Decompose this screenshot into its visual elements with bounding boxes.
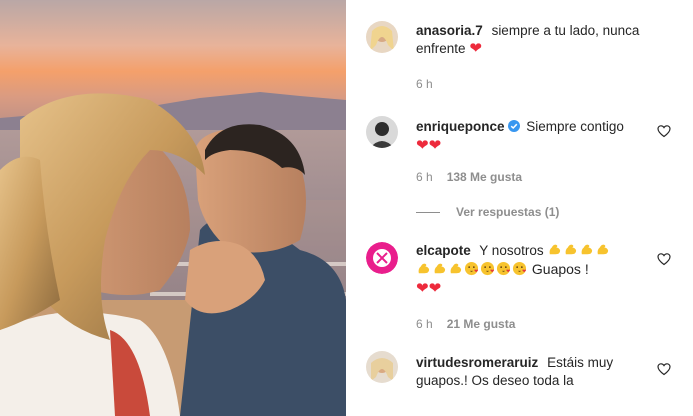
face-blowing-kiss-icon: [496, 261, 511, 276]
comment-username[interactable]: enriqueponce: [416, 119, 505, 134]
avatar[interactable]: [366, 21, 398, 53]
emoji-group: [547, 243, 611, 258]
flexed-biceps-icon: [450, 263, 462, 274]
comment-time: 6 h: [416, 317, 433, 331]
comment-likes[interactable]: 138 Me gusta: [447, 170, 522, 184]
comment-meta: 6 h 21 Me gusta: [416, 317, 515, 331]
comment-likes[interactable]: 21 Me gusta: [447, 317, 516, 331]
instagram-post-view: anasoria.7 siempre a tu lado, nunca enfr…: [0, 0, 693, 416]
comment-text-after: Guapos !: [531, 261, 589, 277]
red-heart-icon: ❤: [428, 280, 442, 297]
heart-outline-icon[interactable]: [657, 124, 671, 138]
verified-badge-icon: [507, 120, 520, 132]
view-replies-button[interactable]: Ver respuestas (1): [416, 205, 559, 219]
emoji-row: Guapos !: [416, 260, 660, 279]
comment-body: enriqueponce Siempre contigo ❤❤: [416, 118, 660, 155]
emoji-row: ❤❤: [416, 136, 660, 155]
red-heart-icon: ❤: [428, 137, 442, 154]
heart-outline-icon[interactable]: [657, 252, 671, 266]
avatar[interactable]: [366, 242, 398, 274]
comment-meta: 6 h 138 Me gusta: [416, 170, 522, 184]
red-heart-icon: ❤: [416, 280, 429, 297]
comment-time: 6 h: [416, 170, 433, 184]
red-heart-icon: ❤: [416, 137, 429, 154]
face-blowing-kiss-icon: [464, 261, 479, 276]
face-blowing-kiss-icon: [480, 261, 495, 276]
comment-text: Siempre contigo: [526, 119, 624, 134]
face-blowing-kiss-icon: [512, 261, 527, 276]
comment-username[interactable]: elcapote: [416, 243, 471, 258]
comment-username[interactable]: anasoria.7: [416, 23, 483, 38]
comment-time: 6 h: [416, 77, 433, 91]
avatar[interactable]: [366, 116, 398, 148]
red-heart-icon: ❤: [469, 40, 482, 57]
comment-body: virtudesromeraruiz Estáis muy guapos.! O…: [416, 354, 660, 390]
comment-meta: 6 h: [416, 77, 433, 91]
replies-divider: [416, 212, 440, 214]
comment-body: elcapote Y nosotros Guapos ! ❤❤: [416, 242, 660, 298]
post-photo: [0, 0, 346, 416]
view-replies-label: Ver respuestas (1): [456, 205, 560, 219]
avatar[interactable]: [366, 351, 398, 383]
flexed-biceps-icon: [597, 244, 609, 255]
emoji-row: ❤❤: [416, 279, 660, 298]
flexed-biceps-icon: [565, 244, 577, 255]
comments-panel: anasoria.7 siempre a tu lado, nunca enfr…: [346, 0, 693, 416]
comment-body: anasoria.7 siempre a tu lado, nunca enfr…: [416, 22, 660, 58]
flexed-biceps-icon: [581, 244, 593, 255]
comment-text: Y nosotros: [479, 243, 544, 258]
flexed-biceps-icon: [418, 263, 430, 274]
heart-outline-icon[interactable]: [657, 362, 671, 376]
comment-username[interactable]: virtudesromeraruiz: [416, 355, 538, 370]
flexed-biceps-icon: [549, 244, 561, 255]
flexed-biceps-icon: [434, 263, 446, 274]
